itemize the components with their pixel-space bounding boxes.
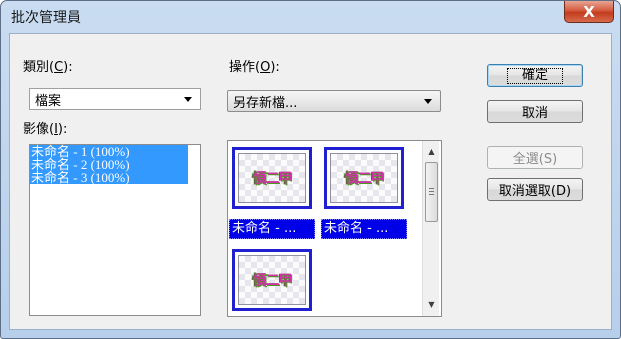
scrollbar-thumb[interactable]: [425, 162, 438, 222]
deselect-button[interactable]: 取消選取(D): [487, 178, 583, 201]
scroll-up-icon[interactable]: ▲: [423, 143, 440, 160]
thumbnail-caption[interactable]: 未命名 - ...: [321, 219, 407, 239]
select-all-button[interactable]: 全選(S): [487, 146, 583, 169]
thumbnail-image: 㥧二甲: [252, 273, 293, 289]
thumbnail-scrollbar[interactable]: ▲ ▼: [422, 141, 439, 316]
thumbnail-image: 㥧二甲: [344, 171, 385, 187]
close-icon: X: [583, 2, 595, 21]
cancel-button[interactable]: 取消: [487, 100, 583, 123]
operation-value: 另存新檔...: [233, 95, 298, 111]
operation-dropdown[interactable]: 另存新檔...: [227, 90, 441, 112]
thumbnail-caption[interactable]: 未命名 - ...: [229, 219, 315, 239]
thumbnail-image: 㥧二甲: [252, 171, 293, 187]
batch-manager-dialog: 批次管理員 X 類別(C): 檔案 影像(I): 未命名 - 1 (100%) …: [0, 0, 621, 339]
dialog-title: 批次管理員: [11, 10, 81, 26]
category-label: 類別(C):: [23, 60, 73, 75]
images-listbox[interactable]: 未命名 - 1 (100%) 未命名 - 2 (100%) 未命名 - 3 (1…: [29, 144, 201, 316]
ok-button[interactable]: 確定: [487, 64, 583, 87]
thumbnail-1[interactable]: 㥧二甲: [232, 147, 312, 209]
dialog-client-area: 類別(C): 檔案 影像(I): 未命名 - 1 (100%) 未命名 - 2 …: [9, 33, 612, 330]
close-button[interactable]: X: [564, 1, 614, 23]
category-dropdown[interactable]: 檔案: [29, 88, 201, 110]
chevron-down-icon: [424, 99, 432, 104]
chevron-down-icon: [184, 97, 192, 102]
list-item[interactable]: 未命名 - 3 (100%): [30, 171, 188, 184]
thumbnail-3[interactable]: 㥧二甲: [232, 249, 312, 311]
thumbnail-2[interactable]: 㥧二甲: [324, 147, 404, 209]
scroll-down-icon[interactable]: ▼: [423, 296, 440, 313]
images-label: 影像(I):: [23, 122, 68, 137]
category-value: 檔案: [35, 93, 62, 109]
thumbnail-pane[interactable]: 㥧二甲 㥧二甲 未命名 - ... 未命名 - ... 㥧二甲 ▲ ▼: [227, 140, 442, 317]
operation-label: 操作(O):: [229, 60, 280, 75]
